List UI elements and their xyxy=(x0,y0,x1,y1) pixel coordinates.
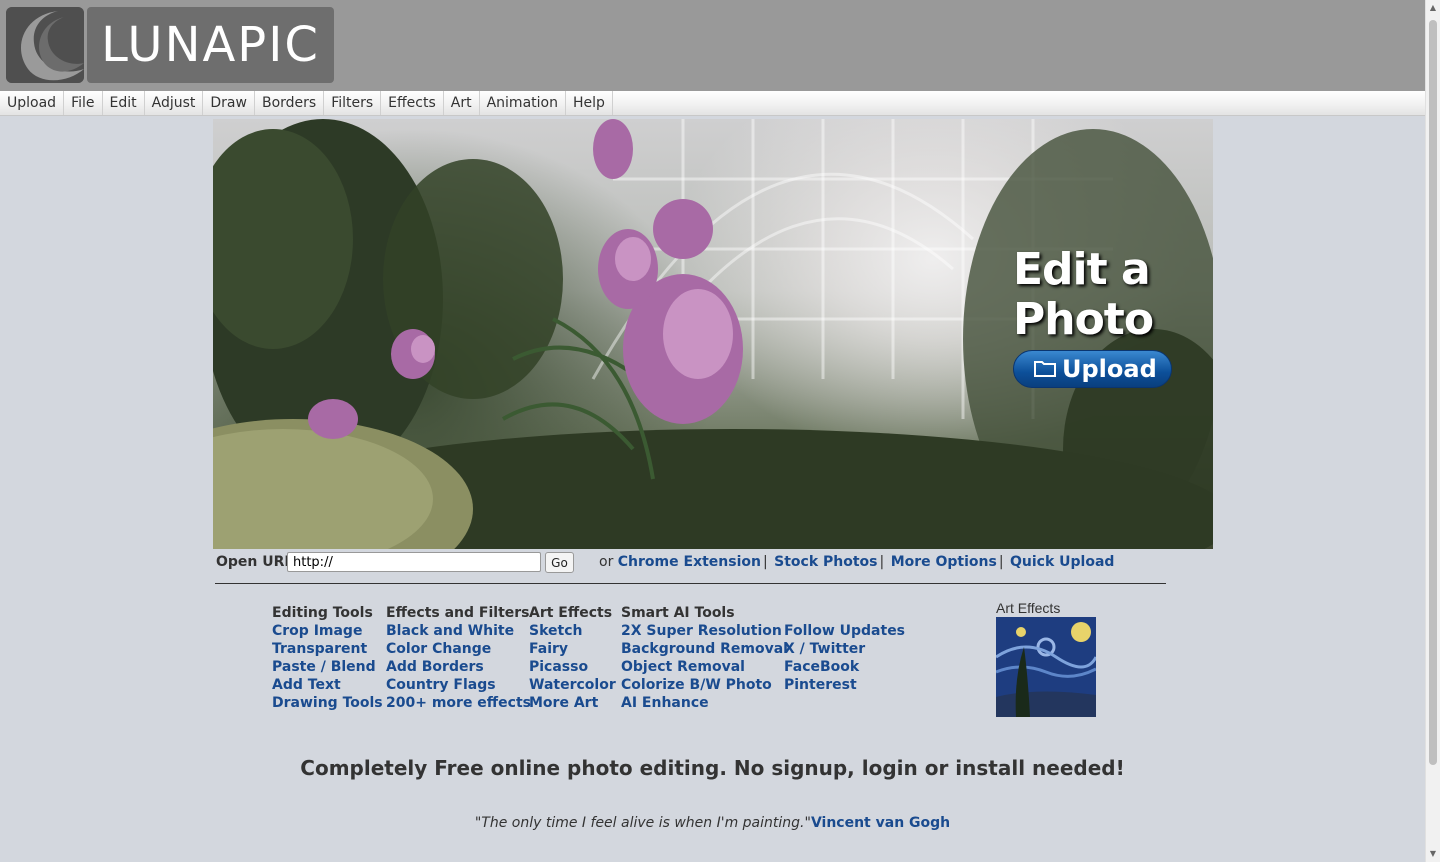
social-column: Follow Updates X / Twitter FaceBook Pint… xyxy=(784,622,905,694)
quote: "The only time I feel alive is when I'm … xyxy=(0,815,1425,831)
column-heading: Effects and Filters xyxy=(386,605,530,621)
quote-author-link[interactable]: Vincent van Gogh xyxy=(811,815,950,831)
drawing-tools-link[interactable]: Drawing Tools xyxy=(272,694,383,712)
logo-text: LUNAPIC xyxy=(87,7,334,83)
follow-updates-link[interactable]: Follow Updates xyxy=(784,622,905,640)
lunapic-logo[interactable]: LUNAPIC xyxy=(6,7,334,83)
chrome-extension-link[interactable]: Chrome Extension xyxy=(618,554,761,570)
open-url-row: Open URL: Go or Chrome Extension| Stock … xyxy=(216,552,1116,574)
fairy-link[interactable]: Fairy xyxy=(529,640,616,658)
vertical-scrollbar[interactable]: ▲ ▼ xyxy=(1425,0,1440,862)
hero-upload-button[interactable]: Upload xyxy=(1013,350,1172,388)
menu-adjust[interactable]: Adjust xyxy=(145,91,204,115)
more-effects-link[interactable]: 200+ more effects xyxy=(386,694,531,712)
background-removal-link[interactable]: Background Removal xyxy=(621,640,788,658)
go-button[interactable]: Go xyxy=(545,552,574,573)
effects-filters-column: Effects and Filters Black and White Colo… xyxy=(386,604,531,712)
art-effects-label: Art Effects xyxy=(996,600,1061,616)
url-input[interactable] xyxy=(287,552,541,572)
url-options: or Chrome Extension | Stock Photos | More … xyxy=(599,554,1115,570)
main-menu: Upload File Edit Adjust Draw Borders Fil… xyxy=(0,91,1425,116)
add-text-link[interactable]: Add Text xyxy=(272,676,383,694)
editing-tools-column: Editing Tools Crop Image Transparent Pas… xyxy=(272,604,383,712)
add-borders-link[interactable]: Add Borders xyxy=(386,658,531,676)
divider xyxy=(215,583,1166,584)
pinterest-link[interactable]: Pinterest xyxy=(784,676,905,694)
stock-photos-link[interactable]: Stock Photos xyxy=(774,554,877,570)
paste-blend-link[interactable]: Paste / Blend xyxy=(272,658,383,676)
color-change-link[interactable]: Color Change xyxy=(386,640,531,658)
column-heading: Editing Tools xyxy=(272,605,373,621)
transparent-link[interactable]: Transparent xyxy=(272,640,383,658)
super-resolution-link[interactable]: 2X Super Resolution xyxy=(621,622,788,640)
starry-night-thumbnail[interactable] xyxy=(996,617,1096,717)
watercolor-link[interactable]: Watercolor xyxy=(529,676,616,694)
menu-upload[interactable]: Upload xyxy=(0,91,65,115)
scroll-down-arrow-icon[interactable]: ▼ xyxy=(1428,849,1438,859)
menu-animation[interactable]: Animation xyxy=(480,91,566,115)
sketch-link[interactable]: Sketch xyxy=(529,622,616,640)
site-header: LUNAPIC xyxy=(0,0,1425,91)
column-heading: Art Effects xyxy=(529,605,613,621)
moon-icon xyxy=(6,7,84,83)
menu-file[interactable]: File xyxy=(64,91,103,115)
column-heading: Smart AI Tools xyxy=(621,605,735,621)
smart-ai-column: Smart AI Tools 2X Super Resolution Backg… xyxy=(621,604,788,712)
country-flags-link[interactable]: Country Flags xyxy=(386,676,531,694)
menu-help[interactable]: Help xyxy=(566,91,613,115)
menu-filters[interactable]: Filters xyxy=(324,91,382,115)
facebook-link[interactable]: FaceBook xyxy=(784,658,905,676)
hero-banner: Edit a Photo Upload xyxy=(213,119,1213,549)
menu-effects[interactable]: Effects xyxy=(381,91,444,115)
picasso-link[interactable]: Picasso xyxy=(529,658,616,676)
crop-image-link[interactable]: Crop Image xyxy=(272,622,383,640)
menu-art[interactable]: Art xyxy=(444,91,480,115)
quote-text: "The only time I feel alive is when I'm … xyxy=(474,815,811,831)
colorize-link[interactable]: Colorize B/W Photo xyxy=(621,676,788,694)
more-options-link[interactable]: More Options xyxy=(891,554,997,570)
black-white-link[interactable]: Black and White xyxy=(386,622,531,640)
quick-upload-link[interactable]: Quick Upload xyxy=(1010,554,1114,570)
hero-title: Edit a Photo xyxy=(1013,244,1154,345)
menu-borders[interactable]: Borders xyxy=(255,91,325,115)
tagline: Completely Free online photo editing. No… xyxy=(300,756,1125,780)
art-effects-column: Art Effects Sketch Fairy Picasso Waterco… xyxy=(529,604,616,712)
more-art-link[interactable]: More Art xyxy=(529,694,616,712)
menu-draw[interactable]: Draw xyxy=(203,91,255,115)
scroll-up-arrow-icon[interactable]: ▲ xyxy=(1428,3,1438,13)
object-removal-link[interactable]: Object Removal xyxy=(621,658,788,676)
scroll-thumb[interactable] xyxy=(1429,20,1437,765)
art-effects-box: Art Effects xyxy=(996,600,1096,717)
menu-edit[interactable]: Edit xyxy=(103,91,145,115)
twitter-link[interactable]: X / Twitter xyxy=(784,640,905,658)
ai-enhance-link[interactable]: AI Enhance xyxy=(621,694,788,712)
